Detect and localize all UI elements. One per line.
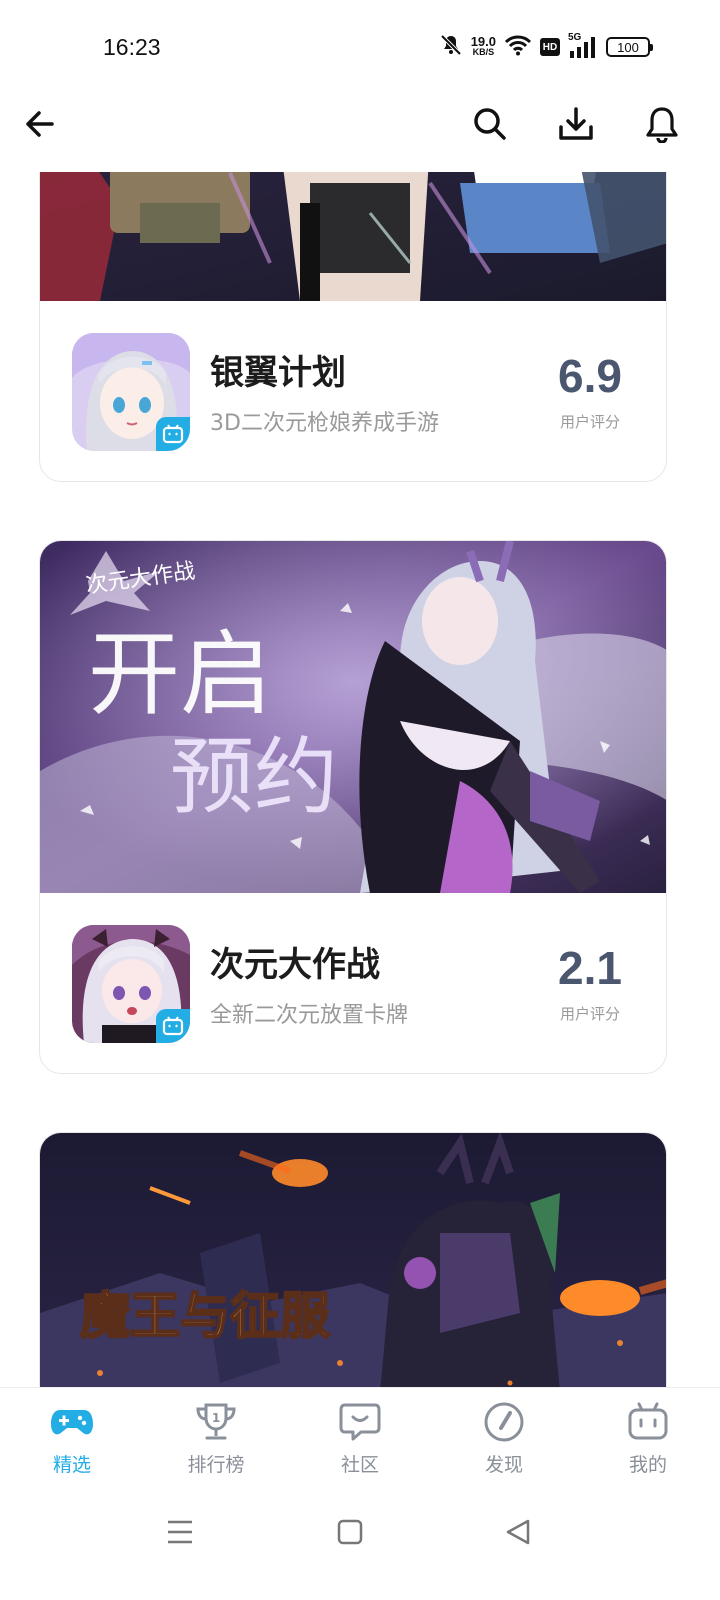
game-subtitle: 全新二次元放置卡牌 xyxy=(210,1003,409,1028)
bell-icon[interactable] xyxy=(638,100,686,148)
battery-icon: 100 xyxy=(606,37,653,57)
net-speed: 19.0 KB/S xyxy=(470,34,496,58)
banner-illustration: 魔王与征服 xyxy=(40,1133,666,1387)
top-nav xyxy=(0,92,720,172)
tab-ranking[interactable]: 1 排行榜 xyxy=(144,1388,288,1488)
chat-bubble-icon xyxy=(337,1400,383,1444)
tab-label: 排行榜 xyxy=(187,1454,245,1476)
status-time: 16:23 xyxy=(103,34,161,60)
system-nav-bar xyxy=(0,1487,720,1600)
download-icon[interactable] xyxy=(552,100,600,148)
tab-label: 社区 xyxy=(340,1454,379,1476)
game-card[interactable]: 魔王与征服 xyxy=(39,1132,667,1387)
status-icons: 19.0 KB/S HD 5G 100 xyxy=(439,32,653,62)
search-icon[interactable] xyxy=(466,100,514,148)
game-title[interactable]: 次元大作战 xyxy=(210,937,380,986)
net-speed-value: 19.0 xyxy=(470,34,496,49)
banner-text-1: 开启 xyxy=(88,621,272,728)
bilibili-badge-icon xyxy=(156,417,190,451)
tab-label: 发现 xyxy=(484,1454,523,1476)
score-label: 用户评分 xyxy=(559,413,620,431)
score-label: 用户评分 xyxy=(559,1005,620,1023)
signal-icon: 5G xyxy=(568,32,598,59)
tab-community[interactable]: 社区 xyxy=(288,1388,432,1488)
game-banner[interactable]: 次元大作战 开启 预约 xyxy=(40,541,666,893)
game-icon[interactable] xyxy=(72,333,190,451)
home-square-icon[interactable] xyxy=(320,1507,380,1557)
back-triangle-icon[interactable] xyxy=(488,1507,548,1557)
tab-label: 我的 xyxy=(628,1454,667,1476)
tab-mine[interactable]: 我的 xyxy=(576,1388,720,1488)
tab-label: 精选 xyxy=(52,1454,91,1476)
bottom-tab-bar: 精选 1 排行榜 社区 发现 我的 xyxy=(0,1387,720,1487)
svg-text:1: 1 xyxy=(212,1411,220,1425)
menu-icon[interactable] xyxy=(150,1507,210,1557)
game-banner[interactable]: 魔王与征服 xyxy=(40,1133,666,1387)
mute-bell-icon xyxy=(439,33,463,61)
game-title[interactable]: 银翼计划 xyxy=(210,345,346,394)
compass-icon xyxy=(481,1400,527,1444)
back-arrow-icon[interactable] xyxy=(16,100,64,148)
game-score: 2.1 xyxy=(558,942,622,994)
game-score: 6.9 xyxy=(558,350,622,402)
status-bar: 16:23 19.0 KB/S HD 5G 100 xyxy=(0,0,720,92)
bilibili-badge-icon xyxy=(156,1009,190,1043)
game-card[interactable]: 次元大作战 开启 预约 次元大作战 全新二次元放置卡牌 2.1 用户评分 xyxy=(39,540,667,1074)
hd-icon: HD xyxy=(540,38,560,56)
game-list[interactable]: 银翼计划 3D二次元枪娘养成手游 6.9 用户评分 次元大作战 开启 预约 次元… xyxy=(0,172,720,1387)
banner-logo-text: 魔王与征服 xyxy=(80,1286,330,1345)
banner-illustration xyxy=(40,172,666,301)
game-info: 银翼计划 3D二次元枪娘养成手游 6.9 用户评分 xyxy=(40,301,666,481)
game-icon[interactable] xyxy=(72,925,190,1043)
trophy-icon: 1 xyxy=(193,1400,239,1444)
game-info: 次元大作战 全新二次元放置卡牌 2.1 用户评分 xyxy=(40,893,666,1073)
wifi-icon xyxy=(504,34,532,60)
banner-illustration: 次元大作战 开启 预约 xyxy=(40,541,666,893)
net-speed-unit: KB/S xyxy=(472,47,495,57)
tab-featured[interactable]: 精选 xyxy=(0,1388,144,1488)
banner-text-2: 预约 xyxy=(170,728,338,826)
game-banner[interactable] xyxy=(40,172,666,301)
game-subtitle: 3D二次元枪娘养成手游 xyxy=(210,411,439,436)
tab-discover[interactable]: 发现 xyxy=(432,1388,576,1488)
game-card[interactable]: 银翼计划 3D二次元枪娘养成手游 6.9 用户评分 xyxy=(39,172,667,482)
tv-face-icon xyxy=(625,1400,671,1444)
gamepad-icon xyxy=(49,1400,95,1444)
